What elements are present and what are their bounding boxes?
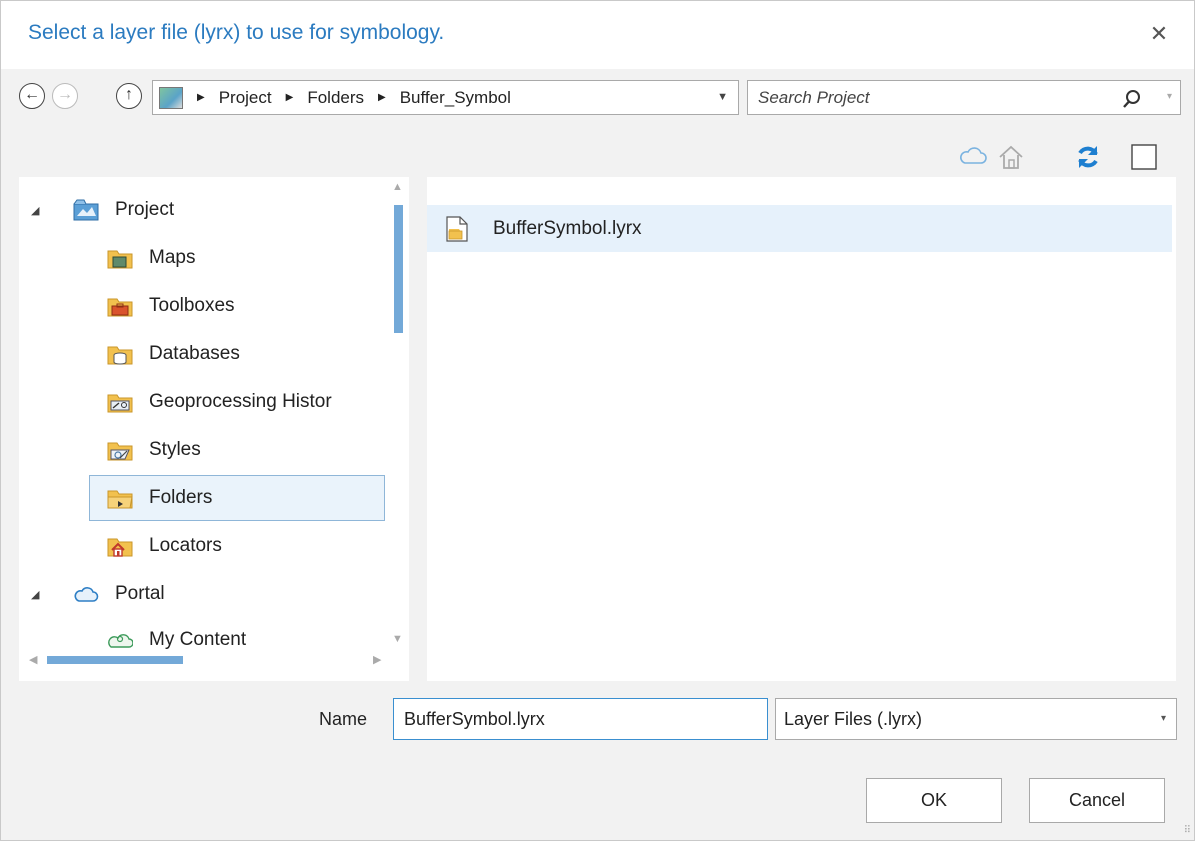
breadcrumb-folders[interactable]: Folders: [307, 88, 364, 108]
back-arrow-icon: ←: [24, 86, 40, 103]
forward-button[interactable]: →: [52, 83, 78, 109]
browser-content: ◢ Project Maps Toolboxes Databases Geopr…: [19, 177, 1176, 681]
tree-item-maps[interactable]: Maps: [89, 235, 389, 281]
navigation-tree: ◢ Project Maps Toolboxes Databases Geopr…: [19, 177, 409, 681]
back-button[interactable]: ←: [19, 83, 45, 109]
maps-folder-icon: [107, 250, 133, 269]
vertical-scroll-thumb[interactable]: [394, 205, 403, 333]
geoprocessing-history-icon: [107, 394, 133, 413]
layer-file-icon: [446, 215, 468, 242]
toolbar: [1, 137, 1194, 177]
tree-item-toolboxes[interactable]: Toolboxes: [89, 283, 389, 329]
tree-item-label: Maps: [149, 247, 196, 268]
chevron-down-icon[interactable]: ▼: [717, 91, 728, 103]
scroll-left-arrow-icon[interactable]: ◀: [29, 653, 37, 666]
tree-item-geoprocessing-history[interactable]: Geoprocessing Histor: [89, 379, 389, 425]
breadcrumb-buffer-symbol[interactable]: Buffer_Symbol: [400, 88, 511, 108]
project-map-icon: [159, 87, 183, 109]
cancel-button[interactable]: Cancel: [1029, 778, 1165, 823]
folders-icon: [107, 490, 133, 509]
breadcrumb-project[interactable]: Project: [219, 88, 272, 108]
scroll-down-arrow-icon[interactable]: ▼: [392, 633, 403, 645]
project-icon: [73, 199, 99, 221]
tree-item-label: Databases: [149, 343, 240, 364]
file-item-label: BufferSymbol.lyrx: [493, 217, 642, 239]
expand-triangle-icon[interactable]: ◢: [31, 588, 39, 601]
tree-item-portal[interactable]: ◢ Portal: [19, 571, 389, 617]
expand-triangle-icon[interactable]: ◢: [31, 204, 39, 217]
tree-item-label: Locators: [149, 535, 222, 556]
ok-button[interactable]: OK: [866, 778, 1002, 823]
breadcrumb-separator-icon[interactable]: ▶: [197, 92, 205, 103]
scroll-right-arrow-icon[interactable]: ▶: [373, 653, 381, 666]
portal-cloud-icon: [74, 587, 99, 602]
tree-item-folders[interactable]: Folders: [89, 475, 385, 521]
cloud-icon[interactable]: [957, 141, 989, 173]
scroll-up-arrow-icon[interactable]: ▲: [392, 181, 403, 193]
tree-item-my-content[interactable]: My Content: [89, 617, 389, 651]
search-box[interactable]: ▾: [747, 80, 1181, 115]
navigation-row: ← → ↑ ▶ Project ▶ Folders ▶ Buffer_Symbo…: [1, 69, 1194, 137]
toolboxes-folder-icon: [107, 298, 133, 317]
tree-clip: My Content: [19, 617, 389, 651]
search-icon[interactable]: [1120, 87, 1144, 111]
locators-folder-icon: [107, 538, 133, 557]
close-icon: ✕: [1149, 21, 1169, 46]
file-type-value: Layer Files (.lyrx): [784, 709, 923, 729]
refresh-icon[interactable]: [1072, 141, 1104, 173]
my-content-icon: [108, 634, 133, 648]
file-type-select[interactable]: Layer Files (.lyrx) ▾: [775, 698, 1177, 740]
search-options-caret-icon[interactable]: ▾: [1167, 91, 1172, 102]
databases-folder-icon: [107, 346, 133, 365]
up-arrow-icon: ↑: [125, 86, 133, 103]
dialog-title: Select a layer file (lyrx) to use for sy…: [28, 21, 445, 44]
address-bar[interactable]: ▶ Project ▶ Folders ▶ Buffer_Symbol ▼: [152, 80, 739, 115]
tree-item-project[interactable]: ◢ Project: [19, 187, 389, 233]
tree-item-label: Styles: [149, 439, 201, 460]
checkbox-icon[interactable]: [1128, 141, 1160, 173]
name-label: Name: [319, 709, 368, 729]
up-button[interactable]: ↑: [116, 83, 142, 109]
resize-grip-icon[interactable]: ⠿: [1184, 825, 1191, 836]
tree-item-label: Portal: [115, 583, 165, 604]
styles-folder-icon: [107, 442, 133, 461]
search-input[interactable]: [758, 87, 1098, 109]
tree-item-label: Folders: [149, 487, 213, 508]
tree-item-label: Geoprocessing Histor: [149, 391, 332, 412]
breadcrumb-separator-icon[interactable]: ▶: [286, 92, 294, 103]
breadcrumb-separator-icon[interactable]: ▶: [378, 92, 386, 103]
select-layer-file-dialog: Select a layer file (lyrx) to use for sy…: [0, 0, 1195, 841]
tree-vertical-scrollbar[interactable]: ▲ ▼: [391, 181, 407, 651]
close-button[interactable]: ✕: [1146, 19, 1172, 49]
file-list: BufferSymbol.lyrx: [427, 177, 1176, 681]
title-bar: Select a layer file (lyrx) to use for sy…: [1, 1, 1194, 69]
pane-splitter[interactable]: [409, 177, 427, 681]
home-icon[interactable]: [995, 141, 1027, 173]
tree-item-databases[interactable]: Databases: [89, 331, 389, 377]
file-item-buffersymbol[interactable]: BufferSymbol.lyrx: [427, 205, 1172, 252]
chevron-down-icon: ▾: [1160, 713, 1166, 724]
tree-item-label: Project: [115, 199, 175, 220]
forward-arrow-icon: →: [57, 86, 73, 103]
tree-item-label: My Content: [149, 629, 247, 650]
tree-item-styles[interactable]: Styles: [89, 427, 389, 473]
file-name-input[interactable]: [393, 698, 768, 740]
tree-item-locators[interactable]: Locators: [89, 523, 389, 569]
tree-horizontal-scrollbar[interactable]: ◀ ▶: [29, 651, 385, 669]
horizontal-scroll-thumb[interactable]: [47, 656, 183, 664]
tree-item-label: Toolboxes: [149, 295, 235, 316]
breadcrumb: ▶ Project ▶ Folders ▶ Buffer_Symbol: [197, 81, 511, 114]
